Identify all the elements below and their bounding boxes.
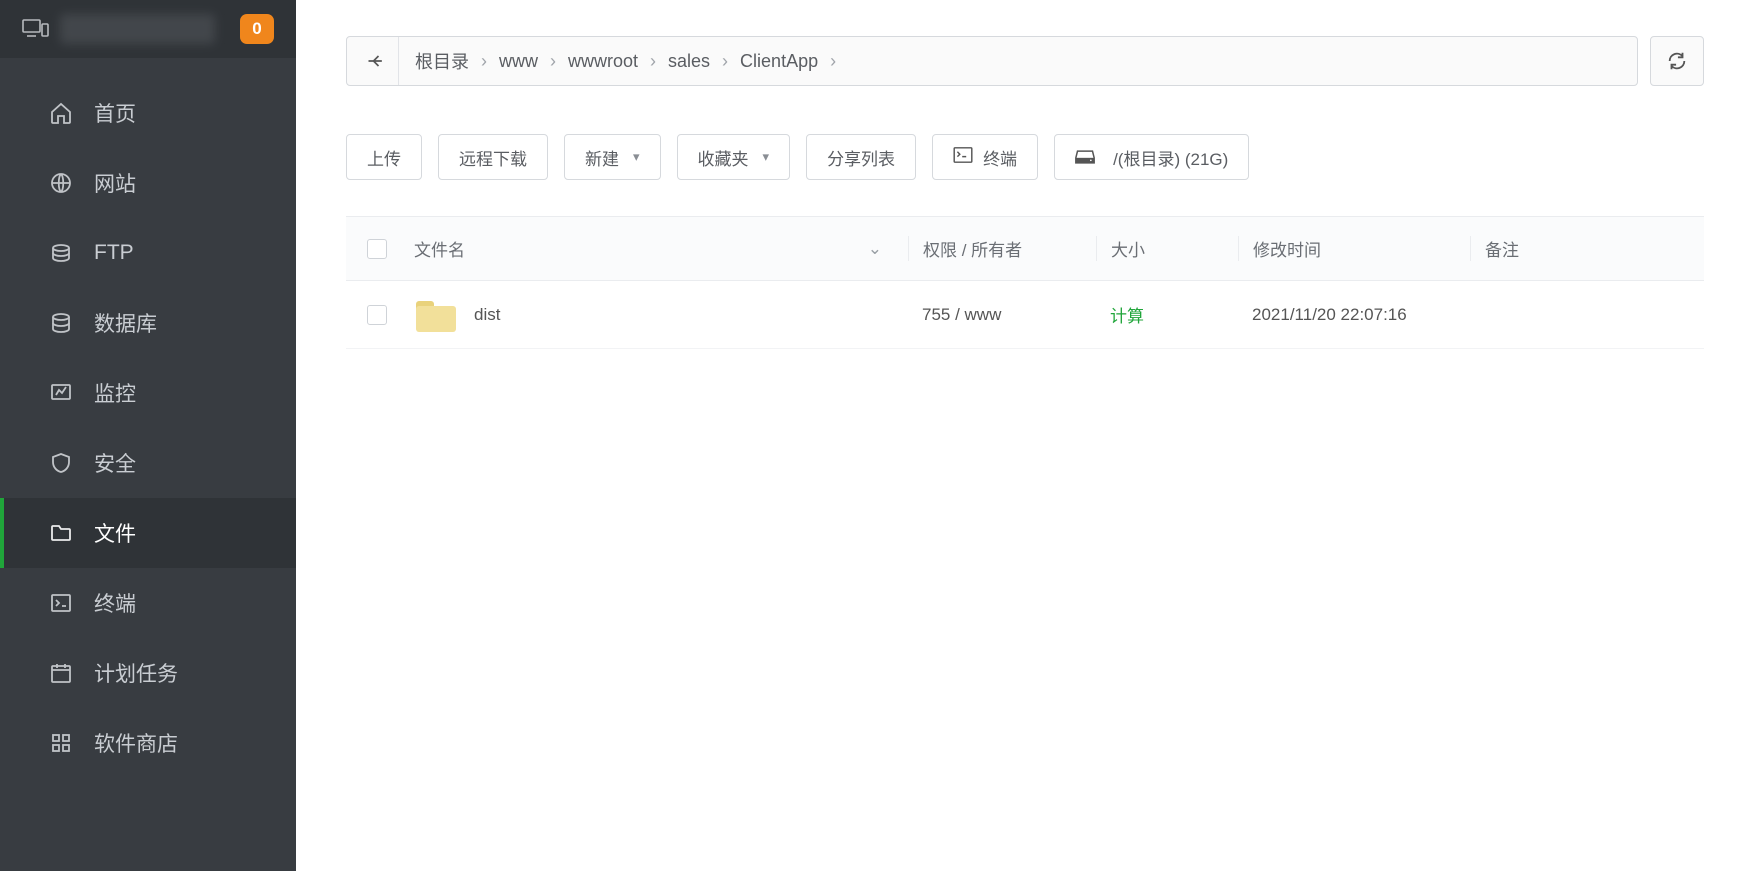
col-header-size[interactable]: 大小	[1096, 236, 1238, 261]
home-icon	[48, 100, 74, 126]
server-name-blurred	[60, 14, 215, 44]
chevron-down-icon: ▾	[763, 149, 770, 165]
file-modified-time: 2021/11/20 22:07:16	[1252, 305, 1407, 324]
terminal-icon	[953, 147, 973, 168]
col-header-perm[interactable]: 权限 / 所有者	[908, 236, 1096, 261]
shield-icon	[48, 450, 74, 476]
breadcrumb-box: 根目录 › www › wwwroot › sales › ClientApp …	[346, 36, 1638, 86]
breadcrumb-bar: 根目录 › www › wwwroot › sales › ClientApp …	[346, 36, 1704, 86]
btn-label: 分享列表	[827, 145, 895, 170]
sidebar-item-terminal[interactable]: 终端	[0, 568, 296, 638]
breadcrumb-item[interactable]: 根目录	[405, 37, 479, 85]
sidebar: 0 首页 网站 FTP 数据库	[0, 0, 296, 871]
refresh-button[interactable]	[1650, 36, 1704, 86]
sidebar-item-ftp[interactable]: FTP	[0, 218, 296, 288]
sidebar-item-cron[interactable]: 计划任务	[0, 638, 296, 708]
breadcrumb-item[interactable]: www	[489, 37, 548, 85]
back-button[interactable]	[353, 37, 399, 85]
sidebar-item-security[interactable]: 安全	[0, 428, 296, 498]
table-row[interactable]: dist 755 / www 计算 2021/11/20 22:07:16	[346, 281, 1704, 349]
globe-icon	[48, 170, 74, 196]
notification-badge[interactable]: 0	[240, 14, 274, 44]
col-header-label: 权限 / 所有者	[923, 241, 1022, 260]
col-header-label: 大小	[1111, 241, 1145, 260]
chevron-right-icon: ›	[828, 51, 838, 72]
chevron-right-icon: ›	[479, 51, 489, 72]
col-header-time[interactable]: 修改时间	[1238, 236, 1470, 261]
sidebar-item-label: 安全	[94, 448, 136, 478]
chevron-down-icon: ▾	[633, 149, 640, 165]
sidebar-item-label: 文件	[94, 518, 136, 548]
row-name-cell[interactable]: dist	[408, 298, 908, 332]
breadcrumbs: 根目录 › www › wwwroot › sales › ClientApp …	[399, 37, 838, 85]
main-content: 根目录 › www › wwwroot › sales › ClientApp …	[296, 0, 1754, 871]
btn-label: 上传	[367, 145, 401, 170]
sidebar-item-label: 计划任务	[94, 658, 178, 688]
sidebar-item-database[interactable]: 数据库	[0, 288, 296, 358]
terminal-button[interactable]: 终端	[932, 134, 1038, 180]
remote-download-button[interactable]: 远程下载	[438, 134, 548, 180]
toolbar: 上传 远程下载 新建 ▾ 收藏夹 ▾ 分享列表 终端 /(根目录) (21G)	[346, 134, 1704, 180]
favorites-button[interactable]: 收藏夹 ▾	[677, 134, 791, 180]
row-checkbox[interactable]	[367, 305, 387, 325]
folder-icon	[48, 520, 74, 546]
device-icon	[22, 18, 50, 40]
share-list-button[interactable]: 分享列表	[806, 134, 916, 180]
sidebar-item-label: 软件商店	[94, 728, 178, 758]
col-header-label: 备注	[1485, 241, 1519, 260]
new-button[interactable]: 新建 ▾	[564, 134, 661, 180]
disk-button[interactable]: /(根目录) (21G)	[1054, 134, 1249, 180]
col-header-label: 文件名	[414, 236, 465, 261]
database-icon	[48, 310, 74, 336]
sidebar-item-files[interactable]: 文件	[0, 498, 296, 568]
table-header: 文件名 ⌄ 权限 / 所有者 大小 修改时间 备注	[346, 217, 1704, 281]
monitor-icon	[48, 380, 74, 406]
col-header-label: 修改时间	[1253, 241, 1321, 260]
col-header-name[interactable]: 文件名 ⌄	[408, 236, 908, 261]
upload-button[interactable]: 上传	[346, 134, 422, 180]
file-table: 文件名 ⌄ 权限 / 所有者 大小 修改时间 备注 dist 755 / www…	[346, 216, 1704, 349]
sidebar-item-label: 终端	[94, 588, 136, 618]
sidebar-item-label: FTP	[94, 241, 134, 265]
sidebar-item-appstore[interactable]: 软件商店	[0, 708, 296, 778]
sidebar-top-bar: 0	[0, 0, 296, 58]
calendar-icon	[48, 660, 74, 686]
compute-size-link[interactable]: 计算	[1110, 307, 1144, 326]
col-header-note[interactable]: 备注	[1470, 236, 1704, 261]
breadcrumb-item[interactable]: ClientApp	[730, 37, 828, 85]
folder-icon	[416, 298, 456, 332]
chevron-right-icon: ›	[648, 51, 658, 72]
sidebar-nav: 首页 网站 FTP 数据库 监控	[0, 58, 296, 778]
sidebar-item-label: 监控	[94, 378, 136, 408]
btn-label: 新建	[585, 145, 619, 170]
sidebar-item-home[interactable]: 首页	[0, 78, 296, 148]
breadcrumb-item[interactable]: sales	[658, 37, 720, 85]
file-permission: 755 / www	[922, 305, 1001, 324]
disk-icon	[1075, 149, 1095, 165]
btn-label: /(根目录) (21G)	[1113, 145, 1228, 170]
ftp-icon	[48, 240, 74, 266]
sidebar-item-label: 数据库	[94, 308, 157, 338]
chevron-right-icon: ›	[720, 51, 730, 72]
sidebar-item-label: 首页	[94, 98, 136, 128]
terminal-icon	[48, 590, 74, 616]
sidebar-item-site[interactable]: 网站	[0, 148, 296, 218]
sidebar-item-monitor[interactable]: 监控	[0, 358, 296, 428]
sort-icon: ⌄	[868, 239, 882, 259]
sidebar-item-label: 网站	[94, 168, 136, 198]
chevron-right-icon: ›	[548, 51, 558, 72]
btn-label: 远程下载	[459, 145, 527, 170]
btn-label: 终端	[983, 145, 1017, 170]
file-name: dist	[474, 305, 500, 325]
btn-label: 收藏夹	[698, 145, 749, 170]
apps-icon	[48, 730, 74, 756]
breadcrumb-item[interactable]: wwwroot	[558, 37, 648, 85]
select-all-checkbox[interactable]	[367, 239, 387, 259]
